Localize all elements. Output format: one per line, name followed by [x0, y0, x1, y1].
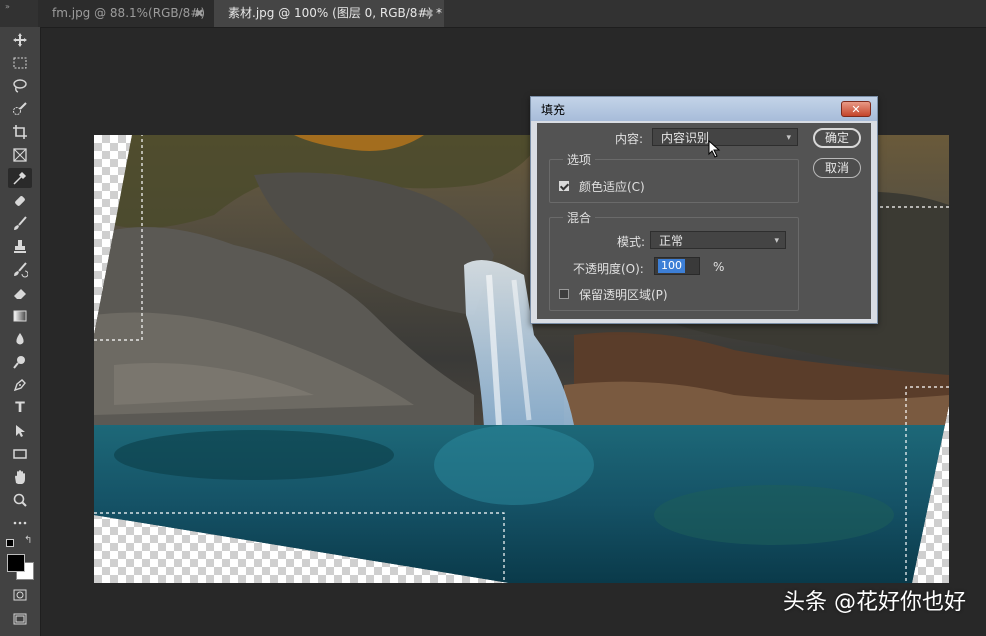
content-select[interactable]: 内容识别 ▾: [652, 128, 798, 146]
tab-sucai-jpg[interactable]: 素材.jpg @ 100% (图层 0, RGB/8#) * ✖: [214, 0, 444, 27]
color-adapt-label[interactable]: 颜色适应(C): [579, 178, 645, 195]
mouse-cursor-icon: [708, 140, 721, 158]
brush-tool-icon[interactable]: [8, 214, 32, 234]
more-tools-icon[interactable]: [8, 513, 32, 533]
marquee-tool-icon[interactable]: [8, 53, 32, 73]
close-tab-icon[interactable]: ✖: [425, 0, 434, 27]
blend-group-title: 混合: [563, 209, 596, 226]
collapse-panels-icon[interactable]: »: [5, 2, 10, 11]
clone-stamp-tool-icon[interactable]: [8, 237, 32, 257]
rectangle-tool-icon[interactable]: [8, 444, 32, 464]
watermark-text: 头条 @花好你也好: [783, 590, 966, 615]
close-dialog-button[interactable]: ✕: [841, 101, 871, 117]
type-tool-icon[interactable]: T: [8, 398, 32, 418]
zoom-tool-icon[interactable]: [8, 490, 32, 510]
gradient-tool-icon[interactable]: [8, 306, 32, 326]
path-select-tool-icon[interactable]: [8, 421, 32, 441]
mode-select[interactable]: 正常 ▾: [650, 231, 786, 249]
quick-mask-icon[interactable]: [8, 585, 32, 605]
opacity-input[interactable]: 100: [654, 257, 700, 275]
dialog-title: 填充: [541, 103, 566, 117]
tab-label: fm.jpg @ 88.1%(RGB/8#): [52, 6, 206, 20]
preserve-transparency-checkbox[interactable]: [559, 289, 569, 299]
cancel-button[interactable]: 取消: [813, 158, 861, 178]
eyedropper-tool-icon[interactable]: [8, 168, 32, 188]
crop-tool-icon[interactable]: [8, 122, 32, 142]
fill-dialog: 填充 ✕ 内容: 内容识别 ▾ 选项 颜色适应(C) 混合 模式: 正常 ▾ 不…: [530, 96, 878, 324]
options-group-title: 选项: [563, 151, 596, 168]
dodge-tool-icon[interactable]: [8, 352, 32, 372]
blur-tool-icon[interactable]: [8, 329, 32, 349]
hand-tool-icon[interactable]: [8, 467, 32, 487]
frame-tool-icon[interactable]: [8, 145, 32, 165]
eraser-tool-icon[interactable]: [8, 283, 32, 303]
content-label: 内容:: [615, 132, 644, 146]
opacity-unit: %: [713, 260, 725, 274]
default-colors-icon[interactable]: [6, 539, 14, 547]
move-tool-icon[interactable]: [8, 30, 32, 50]
color-adapt-checkbox[interactable]: [559, 181, 569, 191]
lasso-tool-icon[interactable]: [8, 76, 32, 96]
opacity-value: 100: [658, 259, 685, 273]
close-tab-icon[interactable]: ✖: [195, 0, 204, 27]
chevron-down-icon: ▾: [774, 236, 779, 246]
content-select-value: 内容识别: [661, 131, 710, 145]
mode-select-value: 正常: [659, 234, 684, 248]
pen-tool-icon[interactable]: [8, 375, 32, 395]
chevron-down-icon: ▾: [786, 133, 791, 143]
dialog-body: 内容: 内容识别 ▾ 选项 颜色适应(C) 混合 模式: 正常 ▾ 不透明度(O…: [537, 123, 871, 319]
foreground-color-swatch[interactable]: [7, 554, 25, 572]
swap-colors-icon[interactable]: ↰: [24, 535, 32, 546]
healing-brush-tool-icon[interactable]: [8, 191, 32, 211]
history-brush-tool-icon[interactable]: [8, 260, 32, 280]
preserve-transparency-label[interactable]: 保留透明区域(P): [579, 286, 668, 303]
mode-label: 模式:: [617, 235, 646, 249]
ok-button[interactable]: 确定: [813, 128, 861, 148]
opacity-label: 不透明度(O):: [573, 262, 644, 276]
document-tab-bar: » fm.jpg @ 88.1%(RGB/8#) ✖ 素材.jpg @ 100%…: [0, 0, 986, 28]
quick-select-tool-icon[interactable]: [8, 99, 32, 119]
dialog-titlebar[interactable]: 填充 ✕: [531, 97, 877, 121]
screen-mode-icon[interactable]: [8, 609, 32, 629]
tab-fm-jpg[interactable]: fm.jpg @ 88.1%(RGB/8#) ✖: [38, 0, 214, 27]
tools-panel: T ↰: [0, 27, 41, 636]
tab-label: 素材.jpg @ 100% (图层 0, RGB/8#) *: [228, 6, 442, 20]
